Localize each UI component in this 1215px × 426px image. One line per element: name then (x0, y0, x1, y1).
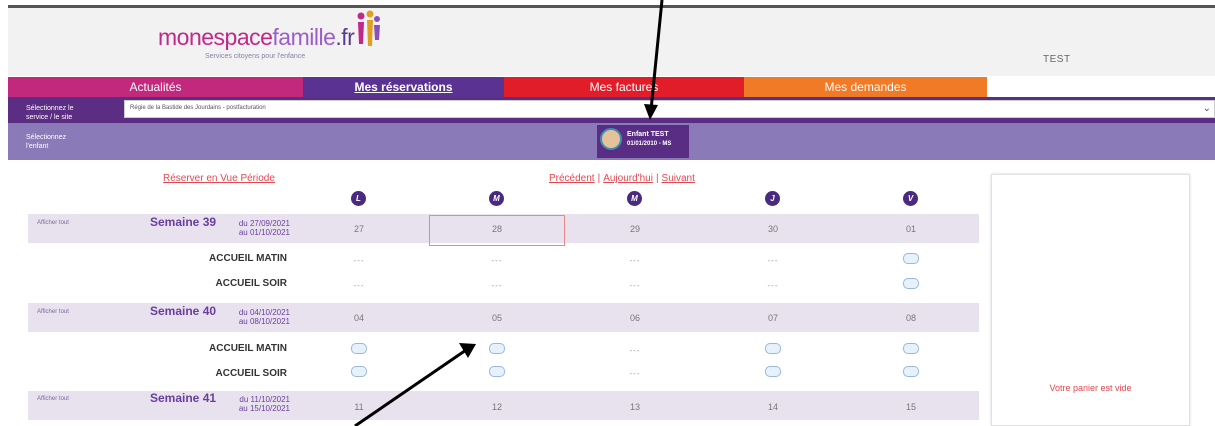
selected-day-highlight (429, 215, 565, 246)
day-header-friday: V (903, 191, 918, 206)
user-name[interactable]: TEST (1043, 54, 1071, 65)
week-range: du 04/10/2021 au 08/10/2021 (222, 308, 290, 326)
no-slot: --- (767, 256, 779, 265)
week-title: Semaine 39 (150, 215, 217, 229)
child-name: Enfant TEST (627, 131, 669, 138)
date-cell: 27 (353, 224, 364, 234)
no-slot: --- (629, 256, 641, 265)
main-nav-tabs: Actualités Mes réservations Mes factures… (8, 77, 987, 97)
week-title: Semaine 40 (150, 304, 217, 318)
week-from: du 11/10/2021 (239, 395, 290, 404)
site-tagline: Services citoyens pour l'enfance (205, 53, 306, 60)
tab-requests[interactable]: Mes demandes (744, 77, 987, 97)
logo-part-2: famille (272, 24, 336, 50)
date-cell: 01 (905, 224, 916, 234)
reservation-toggle[interactable] (903, 253, 919, 264)
tab-invoices[interactable]: Mes factures (504, 77, 744, 97)
no-slot: --- (353, 256, 365, 265)
reservation-toggle[interactable] (765, 343, 781, 354)
no-slot: --- (491, 256, 503, 265)
today-link[interactable]: Aujourd'hui (603, 173, 653, 184)
week-range: du 11/10/2021 au 15/10/2021 (222, 395, 290, 413)
date-cell: 05 (491, 313, 502, 323)
service-selector-label: Sélectionnez le service / le site (26, 104, 106, 122)
week-from: du 04/10/2021 (238, 308, 290, 317)
no-slot: --- (353, 281, 365, 290)
logo-part-3: .fr (335, 24, 355, 50)
week-to: au 15/10/2021 (238, 404, 290, 413)
day-header-monday: L (351, 191, 366, 206)
service-select-value: Régie de la Bastide des Jourdains - post… (130, 105, 266, 111)
period-view-link[interactable]: Réserver en Vue Période (163, 173, 275, 184)
child-avatar-icon (600, 128, 622, 150)
family-logo-icon (357, 10, 380, 46)
no-slot: --- (767, 281, 779, 290)
date-cell: 06 (629, 313, 640, 323)
day-header-thursday: J (765, 191, 780, 206)
no-slot: --- (629, 281, 641, 290)
nav-separator: | (597, 173, 601, 184)
calendar-nav: Précédent | Aujourd'hui | Suivant (549, 173, 695, 184)
site-logo[interactable]: monespacefamille.fr (158, 24, 355, 51)
reservation-toggle[interactable] (351, 343, 367, 354)
week-from: du 27/09/2021 (238, 219, 290, 228)
date-cell: 08 (905, 313, 916, 323)
no-slot: --- (491, 281, 503, 290)
show-all-link[interactable]: Afficher tout (37, 309, 69, 315)
child-selector-label: Sélectionnez l'enfant (26, 133, 66, 151)
child-label-line-2: l'enfant (26, 143, 49, 150)
service-morning-label: ACCUEIL MATIN (209, 253, 287, 264)
date-cell: 15 (905, 402, 916, 412)
tab-reservations[interactable]: Mes réservations (303, 77, 504, 97)
week-to: au 08/10/2021 (238, 317, 290, 326)
service-label-line-1: Sélectionnez le (26, 105, 74, 112)
day-header-tuesday: M (489, 191, 504, 206)
date-cell: 07 (767, 313, 778, 323)
service-label-line-2: service / le site (26, 114, 73, 121)
reservation-toggle[interactable] (903, 366, 919, 377)
date-cell: 13 (629, 402, 640, 412)
date-cell: 11 (354, 402, 364, 412)
date-cell: 04 (353, 313, 364, 323)
nav-separator: | (655, 173, 659, 184)
chevron-down-icon[interactable]: ⌄ (1203, 103, 1211, 114)
reservation-toggle[interactable] (903, 343, 919, 354)
previous-link[interactable]: Précédent (549, 173, 595, 184)
show-all-link[interactable]: Afficher tout (37, 220, 69, 226)
reservation-toggle[interactable] (765, 366, 781, 377)
week-title: Semaine 41 (150, 391, 217, 405)
date-cell: 29 (629, 224, 640, 234)
cart-empty-message: Votre panier est vide (1049, 383, 1132, 393)
child-label-line-1: Sélectionnez (26, 134, 67, 141)
service-evening-label: ACCUEIL SOIR (215, 368, 288, 379)
week-to: au 01/10/2021 (238, 228, 290, 237)
logo-part-1: monespace (158, 24, 273, 50)
page-scrollbar[interactable] (1197, 171, 1215, 426)
no-slot: --- (629, 369, 641, 378)
service-select[interactable]: Régie de la Bastide des Jourdains - post… (124, 100, 1215, 118)
service-evening-label: ACCUEIL SOIR (215, 278, 288, 289)
date-cell: 12 (491, 402, 502, 412)
reservation-toggle[interactable] (903, 278, 919, 289)
reservation-toggle[interactable] (489, 343, 505, 354)
show-all-link[interactable]: Afficher tout (37, 396, 69, 402)
reservation-toggle[interactable] (351, 366, 367, 377)
week-range: du 27/09/2021 au 01/10/2021 (222, 219, 290, 237)
next-link[interactable]: Suivant (662, 173, 695, 184)
arrow-head-icon (459, 343, 476, 358)
tab-news[interactable]: Actualités (8, 77, 303, 97)
child-birthdate: 01/01/2010 - MS (627, 141, 672, 147)
reservation-toggle[interactable] (489, 366, 505, 377)
date-cell: 14 (767, 402, 778, 412)
service-morning-label: ACCUEIL MATIN (209, 343, 287, 354)
date-cell: 30 (767, 224, 778, 234)
day-header-wednesday: M (627, 191, 642, 206)
no-slot: --- (629, 346, 641, 355)
